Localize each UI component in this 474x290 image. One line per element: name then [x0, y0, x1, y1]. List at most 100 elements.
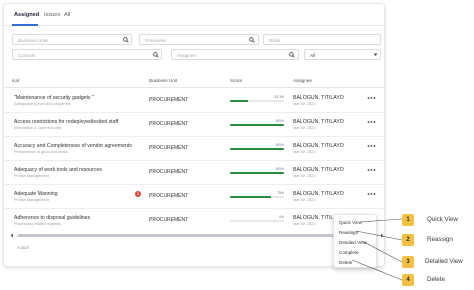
callout-number: 3 [402, 256, 414, 268]
scrollbar-thumb[interactable] [18, 234, 334, 237]
business-unit-cell: PROCUREMENT [149, 121, 189, 127]
menu-item-delete[interactable]: Delete [339, 260, 352, 265]
score-bar [230, 99, 284, 102]
task-subtitle: People Management [14, 174, 50, 178]
task-title[interactable]: Adherence to disposal guidelines [14, 215, 90, 221]
scroll-right-arrow-icon[interactable] [380, 233, 384, 238]
score-bar-fill [230, 171, 284, 174]
callout-number: 4 [402, 274, 414, 286]
business-unit-cell: PROCUREMENT [149, 97, 189, 103]
horizontal-scrollbar[interactable] [10, 233, 384, 238]
scroll-left-arrow-icon[interactable] [10, 233, 14, 238]
score-percent: 100% [275, 142, 284, 147]
business-units-placeholder: Business Units [18, 37, 49, 43]
due-date: Mar 30, 2022 [293, 126, 316, 130]
callout-label: Detailed View [425, 258, 463, 265]
tab-all[interactable]: All [64, 12, 70, 18]
table-row[interactable]: Adequate Manning People Management 1 PRO… [4, 186, 384, 209]
column-header-name[interactable]: ical [12, 78, 19, 83]
due-date: Mar 30, 2022 [293, 150, 316, 154]
task-title[interactable]: "Maintenance of security gadgets " [14, 95, 94, 101]
more-actions-icon[interactable] [367, 120, 376, 124]
score-bar [230, 147, 284, 150]
more-actions-icon[interactable] [367, 168, 376, 172]
menu-item-complete[interactable]: Complete [339, 250, 359, 255]
due-date: Mar 30, 2022 [293, 174, 316, 178]
more-actions-icon[interactable] [367, 144, 376, 148]
tab-assigned[interactable]: Assigned [14, 12, 39, 18]
assignee-cell: BALOGUN, TITILAYO [293, 191, 344, 197]
menu-item-reassign[interactable]: Reassign [339, 230, 358, 235]
row-actions-menu: Quick View Reassign Detailed View Comple… [333, 214, 377, 268]
active-tab-indicator [12, 24, 38, 26]
controls-placeholder: Controls [18, 52, 36, 58]
score-bar [230, 195, 284, 198]
score-percent: 100% [275, 118, 284, 123]
score-bar-fill [230, 195, 271, 198]
task-subtitle: Safeguarding lives and properties [14, 102, 71, 106]
tasks-panel: Assigned Issues All Business Units Proce… [3, 3, 385, 267]
table-row[interactable]: Adherence to disposal guidelines Process… [4, 210, 384, 233]
business-unit-cell: PROCUREMENT [149, 169, 189, 175]
tab-bar: Assigned Issues All [4, 4, 384, 26]
table-row[interactable]: Access restrictions for redeployed/exite… [4, 114, 384, 137]
due-date: Mar 30, 2022 [293, 222, 316, 226]
table-header: ical Business Unit Score Assignee [4, 74, 384, 88]
processes-search[interactable]: Processes [139, 34, 259, 45]
callout-number: 1 [402, 214, 414, 226]
column-header-business-unit[interactable]: Business Unit [149, 78, 177, 83]
assignee-cell: BALOGUN, TITILAYO [293, 95, 344, 101]
tab-issues[interactable]: Issues [44, 12, 60, 18]
score-bar-fill [230, 99, 248, 102]
task-subtitle: Performance of good and works [14, 150, 68, 154]
column-header-score[interactable]: Score [230, 78, 242, 83]
score-percent: 0% [279, 214, 284, 219]
more-actions-icon[interactable] [367, 192, 376, 196]
assignee-search[interactable]: Assignee [171, 49, 299, 60]
task-subtitle: Information & Cybersecurity [14, 126, 61, 130]
business-unit-cell: PROCUREMENT [149, 217, 189, 223]
notification-badge: 1 [135, 191, 141, 197]
score-bar-fill [230, 147, 284, 150]
search-icon [123, 37, 129, 43]
table-footer-label: Actual [17, 245, 29, 250]
processes-placeholder: Processes [145, 37, 167, 43]
table-row[interactable]: Adequacy of work tools and resources Peo… [4, 162, 384, 185]
menu-item-detailed-view[interactable]: Detailed View [339, 240, 367, 245]
menu-item-quick-view[interactable]: Quick View [339, 220, 362, 225]
callout-label: Quick View [427, 216, 458, 223]
task-title[interactable]: Adequacy of work tools and resources [14, 167, 102, 173]
more-actions-icon[interactable] [367, 96, 376, 100]
due-date: Mar 30, 2022 [293, 198, 316, 202]
task-title[interactable]: Accuracy and Completeness of vendor agre… [14, 143, 132, 149]
controls-search[interactable]: Controls [12, 49, 162, 60]
score-bar [230, 171, 284, 174]
task-title[interactable]: Access restrictions for redeployed/exite… [14, 119, 118, 125]
column-header-assignee[interactable]: Assignee [293, 78, 312, 83]
status-select-value: All [310, 52, 316, 58]
business-unit-cell: PROCUREMENT [149, 145, 189, 151]
assignee-placeholder: Assignee [177, 52, 196, 58]
task-subtitle: Processing related requests [14, 222, 62, 226]
callout-number: 2 [402, 234, 414, 246]
callout-label: Delete [427, 276, 445, 283]
search-icon [289, 52, 295, 58]
table-row[interactable]: "Maintenance of security gadgets " Safeg… [4, 90, 384, 113]
risks-search[interactable]: Risks [263, 34, 381, 45]
business-units-search[interactable]: Business Units [12, 34, 132, 45]
score-bar-fill [230, 123, 284, 126]
assignee-cell: BALOGUN, TITILAYO [293, 167, 344, 173]
task-title[interactable]: Adequate Manning [14, 191, 58, 197]
chevron-down-icon [373, 53, 378, 56]
score-bar [230, 123, 284, 126]
assignee-cell: BALOGUN, TITILAYO [293, 119, 344, 125]
task-subtitle: People Management [14, 198, 50, 202]
assignee-cell: BALOGUN, TITILAYO [293, 143, 344, 149]
table-row[interactable]: Accuracy and Completeness of vendor agre… [4, 138, 384, 161]
status-select[interactable]: All [304, 49, 381, 60]
search-icon [153, 52, 159, 58]
score-percent: 33.3% [274, 94, 284, 99]
risks-placeholder: Risks [269, 37, 281, 43]
score-percent: 100% [275, 166, 284, 171]
business-unit-cell: PROCUREMENT [149, 193, 189, 199]
